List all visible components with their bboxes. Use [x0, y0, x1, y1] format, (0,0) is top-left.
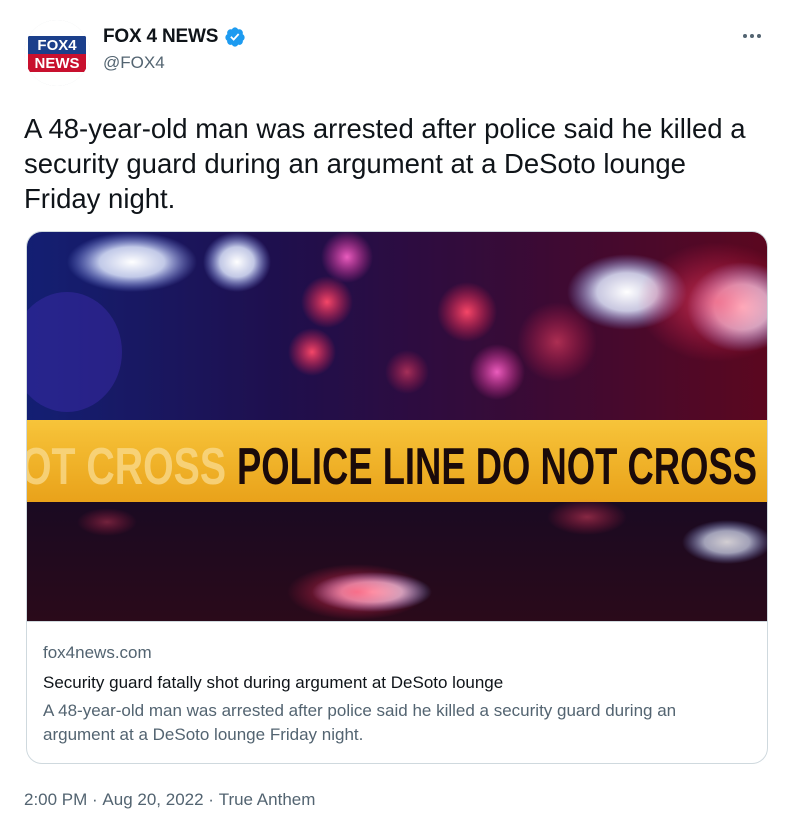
meta-separator: ·	[203, 790, 219, 809]
more-options-icon[interactable]	[740, 28, 764, 44]
card-divider	[27, 621, 767, 622]
avatar[interactable]: FOX4 NEWS	[24, 20, 90, 86]
tape-text: POLICE LINE DO NOT CROSS	[237, 438, 757, 496]
avatar-text-bottom: NEWS	[35, 55, 80, 72]
police-tape-image: OT CROSS POLICE LINE DO NOT CROSS	[27, 232, 767, 621]
avatar-text-top: FOX4	[37, 37, 77, 54]
meta-separator: ·	[87, 790, 103, 809]
link-card[interactable]: OT CROSS POLICE LINE DO NOT CROSS fox4ne…	[26, 231, 768, 764]
tweet-meta: 2:00 PM · Aug 20, 2022 · True Anthem	[24, 790, 315, 810]
fox4-news-logo-icon: FOX4 NEWS	[24, 20, 90, 86]
display-name[interactable]: FOX 4 NEWS	[103, 26, 218, 48]
tweet-text: A 48-year-old man was arrested after pol…	[24, 113, 746, 214]
verified-badge-icon	[224, 26, 246, 48]
handle[interactable]: @FOX4	[103, 53, 165, 73]
tweet-source[interactable]: True Anthem	[219, 790, 316, 810]
author-name-row[interactable]: FOX 4 NEWS	[103, 26, 246, 48]
card-description: A 48-year-old man was arrested after pol…	[43, 701, 677, 744]
tweet-time[interactable]: 2:00 PM	[24, 790, 87, 810]
tape-faded-text: OT CROSS	[27, 438, 226, 496]
tweet-date[interactable]: Aug 20, 2022	[102, 790, 203, 810]
tweet: FOX4 NEWS FOX 4 NEWS @FOX4 A 48-year-old…	[0, 0, 800, 834]
card-title: Security guard fatally shot during argum…	[43, 673, 504, 692]
card-domain: fox4news.com	[43, 643, 152, 662]
